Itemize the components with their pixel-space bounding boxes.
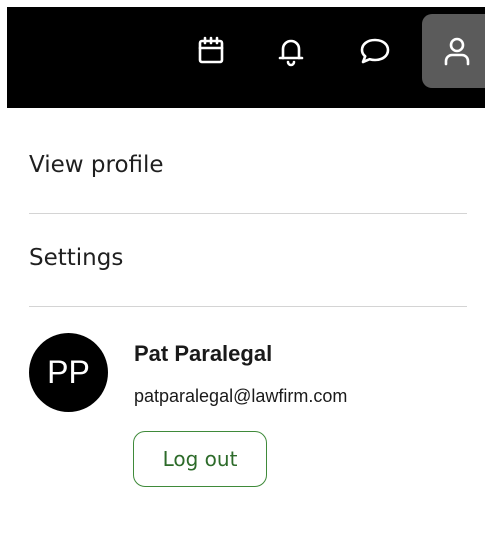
calendar-icon[interactable]	[179, 14, 243, 88]
chat-icon[interactable]	[343, 14, 407, 88]
avatar: PP	[29, 333, 108, 412]
user-name: Pat Paralegal	[134, 341, 273, 366]
top-navigation-bar	[7, 7, 485, 108]
user-email: patparalegal@lawfirm.com	[134, 386, 348, 406]
logout-button[interactable]: Log out	[133, 431, 267, 487]
bell-icon[interactable]	[259, 14, 323, 88]
user-dropdown-menu: View profile Settings PP Pat Paralegal p…	[7, 108, 485, 536]
user-icon[interactable]	[422, 14, 485, 88]
divider	[29, 306, 467, 307]
divider	[29, 213, 467, 214]
view-profile-link[interactable]: View profile	[29, 152, 164, 178]
settings-link[interactable]: Settings	[29, 245, 123, 271]
